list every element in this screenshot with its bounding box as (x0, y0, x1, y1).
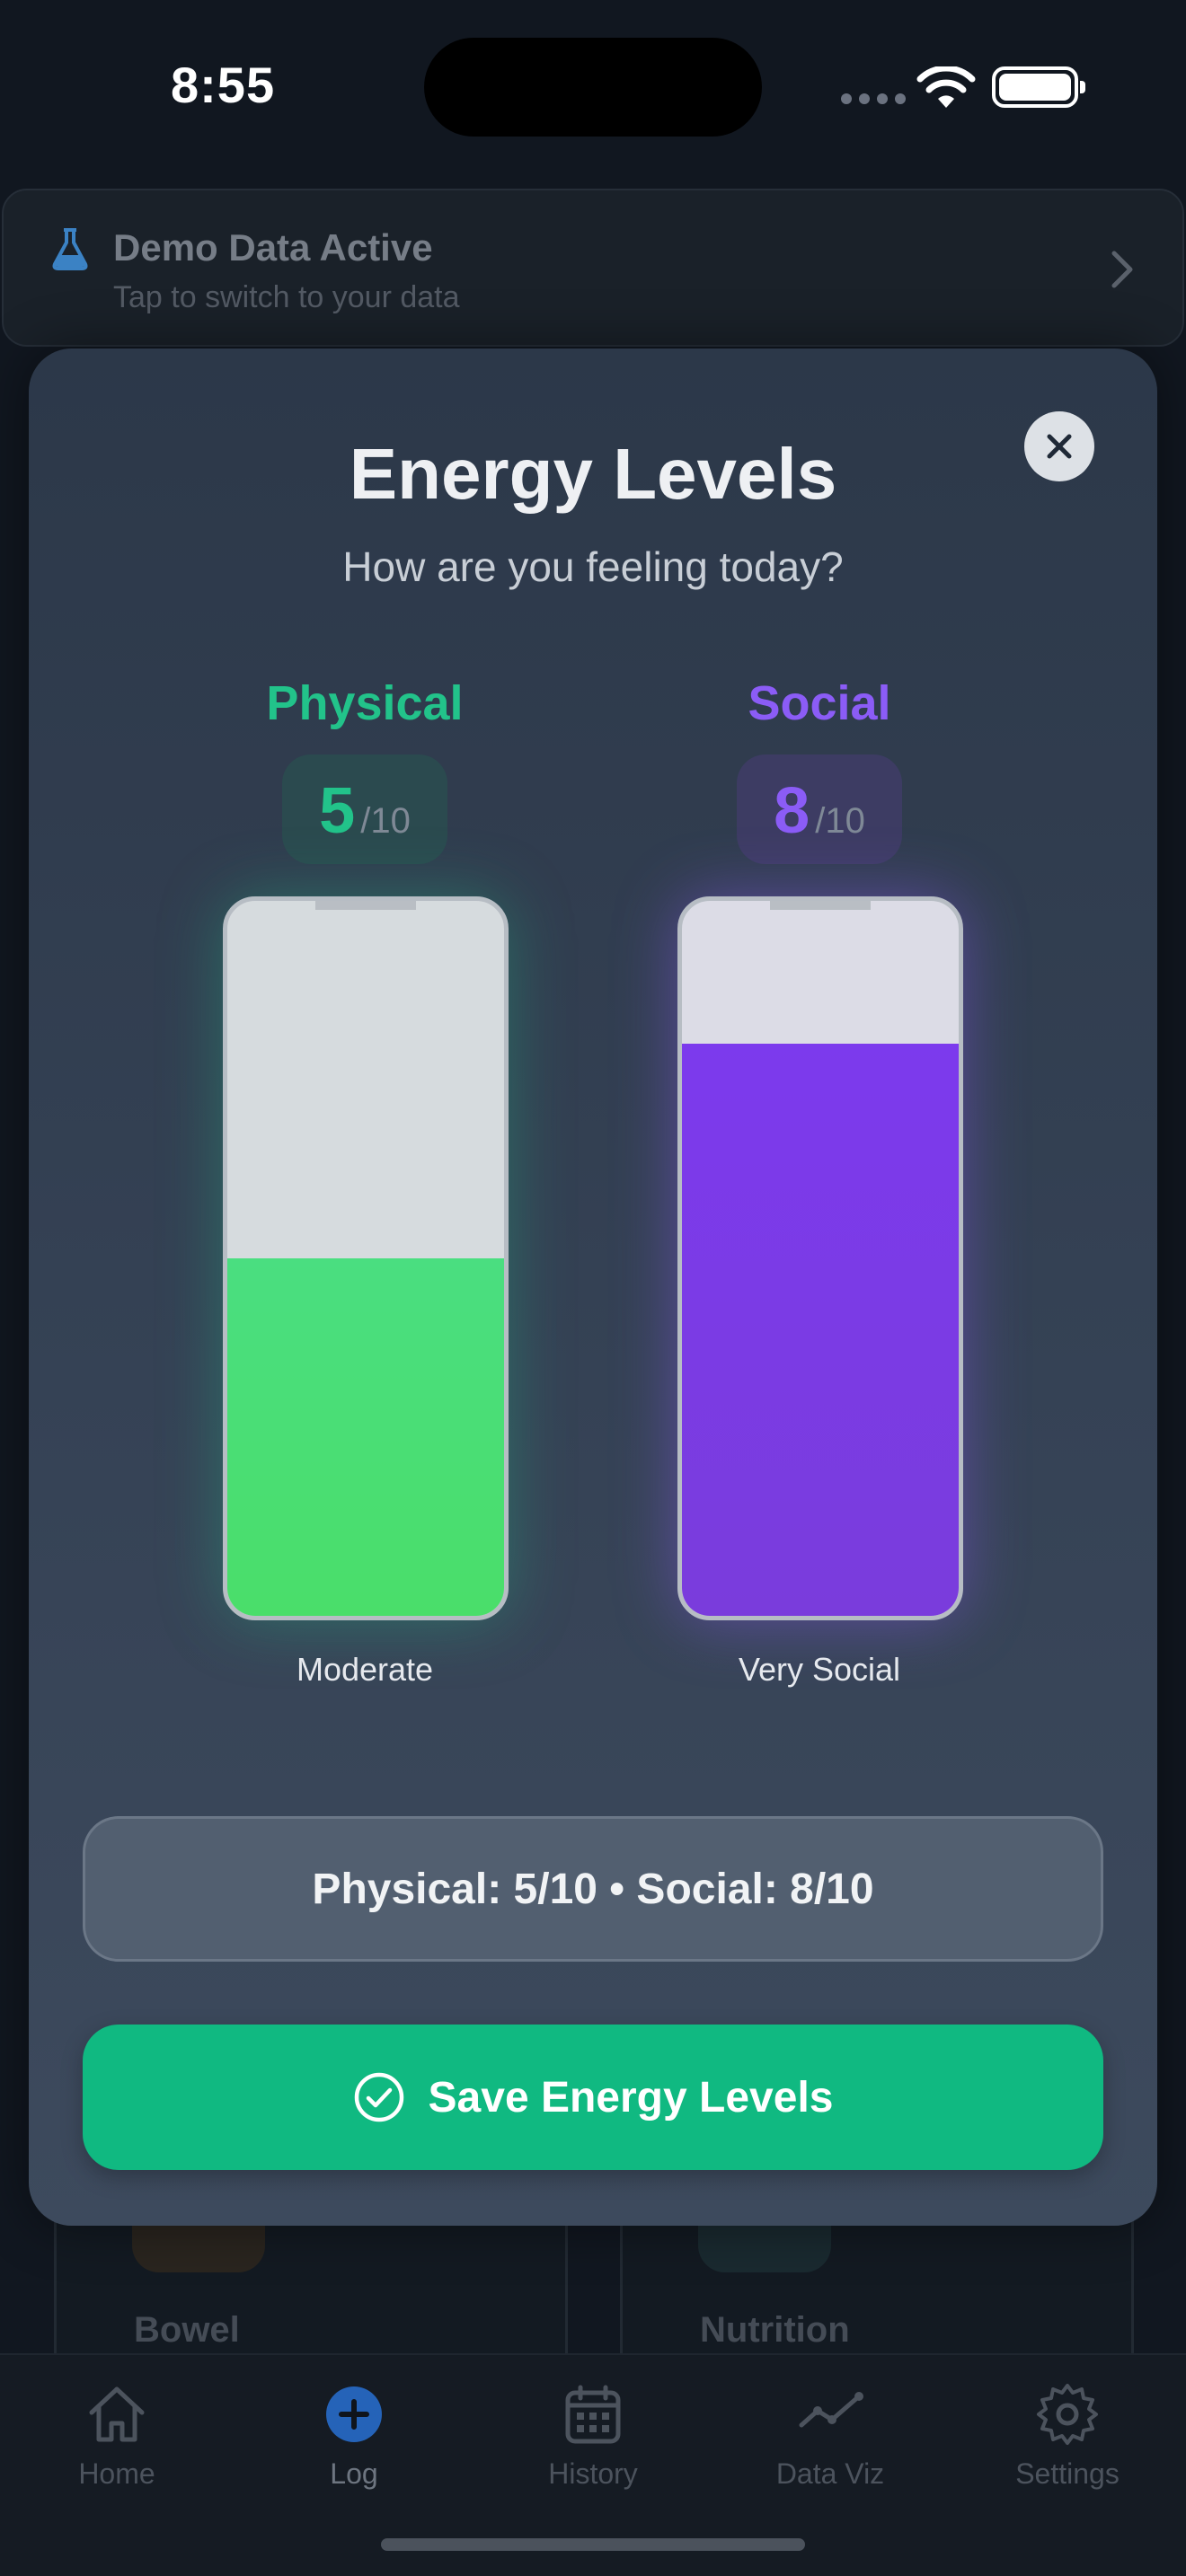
social-max: /10 (815, 801, 865, 841)
physical-value-badge: 5 /10 (282, 754, 447, 864)
battery-cap (315, 901, 416, 910)
tile-label: Bowel (134, 2310, 240, 2350)
social-label: Social (748, 676, 891, 730)
flask-icon (52, 228, 88, 270)
status-time: 8:55 (171, 57, 276, 113)
plus-circle-icon (326, 2386, 382, 2442)
tab-label: Log (330, 2457, 378, 2490)
tab-label: Data Viz (775, 2457, 885, 2490)
cellular-signal-icon (841, 93, 906, 104)
modal-title: Energy Levels (349, 434, 837, 514)
tab-home[interactable]: Home (18, 2380, 216, 2491)
demo-banner-subtitle: Tap to switch to your data (113, 280, 460, 314)
demo-data-banner[interactable]: Demo Data Active Tap to switch to your d… (2, 189, 1184, 347)
energy-summary: Physical: 5/10 • Social: 8/10 (83, 1816, 1103, 1962)
physical-energy-fill (227, 1258, 504, 1616)
physical-value: 5 (319, 775, 356, 847)
physical-label: Physical (266, 676, 464, 730)
social-energy-slider[interactable] (677, 896, 963, 1620)
physical-max: /10 (360, 801, 411, 841)
tile-label: Nutrition (700, 2310, 850, 2350)
tab-label: History (548, 2457, 638, 2490)
save-button-label: Save Energy Levels (428, 2073, 834, 2122)
tab-label: Settings (1015, 2457, 1120, 2490)
calendar-icon (565, 2385, 621, 2444)
tab-log[interactable]: Log (255, 2380, 453, 2491)
tab-settings[interactable]: Settings (969, 2380, 1166, 2491)
physical-level-description: Moderate (296, 1651, 434, 1688)
social-energy-fill (682, 1044, 959, 1616)
tab-history[interactable]: History (494, 2380, 692, 2491)
home-icon (89, 2386, 145, 2442)
save-energy-levels-button[interactable]: Save Energy Levels (83, 2025, 1103, 2170)
battery-cap (770, 901, 871, 910)
social-level-description: Very Social (738, 1651, 901, 1688)
tab-label: Home (78, 2457, 155, 2490)
demo-banner-title: Demo Data Active (113, 226, 433, 269)
dynamic-island (424, 38, 762, 137)
app-screen: 8:55 Demo Data Active Tap to switch to y… (0, 0, 1186, 2576)
social-value: 8 (774, 775, 810, 847)
modal-subtitle: How are you feeling today? (342, 543, 844, 590)
tab-data-viz[interactable]: Data Viz (731, 2380, 929, 2491)
line-chart-icon (799, 2392, 863, 2428)
gear-icon (1037, 2384, 1098, 2445)
home-indicator (381, 2538, 805, 2551)
battery-icon (992, 66, 1085, 108)
check-circle-icon (354, 2072, 403, 2122)
chevron-right-icon (1111, 251, 1133, 288)
physical-energy-slider[interactable] (223, 896, 509, 1620)
social-value-badge: 8 /10 (737, 754, 902, 864)
wifi-icon (916, 66, 976, 108)
